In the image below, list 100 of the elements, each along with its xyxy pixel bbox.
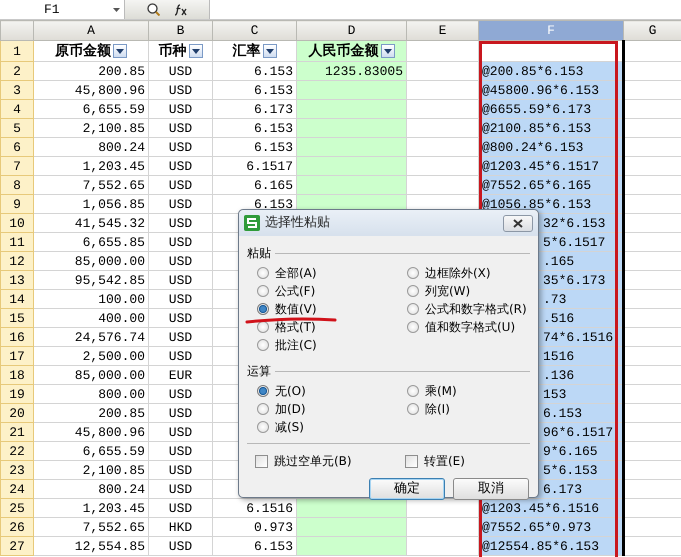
checkbox[interactable] <box>405 454 418 468</box>
radio-button[interactable] <box>257 267 269 279</box>
row-number[interactable]: 17 <box>0 346 34 366</box>
option-label[interactable]: 乘(M) <box>425 382 457 400</box>
row-number[interactable]: 15 <box>0 308 34 328</box>
option-label[interactable]: 无(O) <box>275 382 306 400</box>
filter-button[interactable] <box>113 44 127 58</box>
close-button[interactable] <box>503 214 533 232</box>
table-cell: 1,203.45 <box>34 498 148 518</box>
table-cell: 2,100.85 <box>34 118 148 138</box>
table-cell: HKD <box>148 518 212 536</box>
radio-button[interactable] <box>407 267 419 279</box>
row-number[interactable]: 1 <box>0 40 34 62</box>
column-header[interactable]: C <box>212 20 296 40</box>
radio-button[interactable] <box>257 339 269 351</box>
row-number[interactable]: 3 <box>0 80 34 100</box>
radio-button[interactable] <box>407 285 419 297</box>
table-cell: USD <box>148 232 212 252</box>
radio-button[interactable] <box>407 403 419 415</box>
column-header[interactable]: E <box>406 20 478 40</box>
caret-icon <box>116 48 124 54</box>
row-number[interactable]: 9 <box>0 194 34 214</box>
radio-button[interactable] <box>257 285 269 297</box>
dropdown-icon[interactable] <box>113 8 120 12</box>
row-number[interactable]: 26 <box>0 518 34 536</box>
option-label[interactable]: 批注(C) <box>275 336 317 354</box>
column-header[interactable]: D <box>296 20 406 40</box>
row-number[interactable]: 6 <box>0 138 34 156</box>
row-number[interactable]: 7 <box>0 156 34 176</box>
table-cell: 6.153 <box>212 536 296 556</box>
table-cell: 1235.83005 <box>296 62 406 80</box>
row-number[interactable]: 25 <box>0 498 34 518</box>
table-cell: 6.153 <box>212 138 296 156</box>
table-cell: USD <box>148 194 212 214</box>
table-cell: USD <box>148 80 212 100</box>
column-title: 汇率 <box>232 42 260 60</box>
option-label[interactable]: 数值(V) <box>275 300 317 318</box>
column-header[interactable]: A <box>34 20 148 40</box>
option-label[interactable]: 跳过空单元(B) <box>274 452 352 470</box>
column-header[interactable]: G <box>624 20 681 40</box>
table-cell: USD <box>148 156 212 176</box>
table-cell: 6.153 <box>212 118 296 138</box>
filter-button[interactable] <box>262 44 276 58</box>
option-label[interactable]: 格式(T) <box>275 318 316 336</box>
row-number[interactable]: 24 <box>0 480 34 498</box>
row-number[interactable]: 16 <box>0 328 34 346</box>
table-cell: USD <box>148 404 212 422</box>
row-number[interactable]: 19 <box>0 384 34 404</box>
row-number[interactable]: 5 <box>0 118 34 138</box>
option-label[interactable]: 公式(F) <box>275 282 316 300</box>
row-number[interactable]: 2 <box>0 62 34 80</box>
radio-button[interactable] <box>257 303 269 315</box>
row-number[interactable]: 27 <box>0 536 34 556</box>
column-title: 币种 <box>158 42 186 60</box>
table-cell: 6.153 <box>212 62 296 80</box>
option-label[interactable]: 减(S) <box>275 418 304 436</box>
row-number[interactable]: 10 <box>0 214 34 232</box>
option-label[interactable]: 转置(E) <box>424 452 465 470</box>
row-number[interactable]: 22 <box>0 442 34 460</box>
filter-button[interactable] <box>380 44 394 58</box>
checkbox[interactable] <box>255 454 268 468</box>
table-cell: 1,056.85 <box>34 194 148 214</box>
table-cell: 45,800.96 <box>34 422 148 442</box>
table-cell: 41,545.32 <box>34 214 148 232</box>
option-label[interactable]: 除(I) <box>425 400 450 418</box>
radio-button[interactable] <box>257 403 269 415</box>
radio-button[interactable] <box>257 385 269 397</box>
table-cell: 7,552.65 <box>34 176 148 194</box>
filter-button[interactable] <box>188 44 202 58</box>
row-number[interactable]: 20 <box>0 404 34 422</box>
radio-button[interactable] <box>407 303 419 315</box>
table-cell: 100.00 <box>34 290 148 308</box>
caret-icon <box>266 48 274 54</box>
function-icon[interactable] <box>174 4 188 16</box>
row-number[interactable]: 18 <box>0 366 34 384</box>
table-cell: 6,655.59 <box>34 100 148 118</box>
row-number[interactable]: 12 <box>0 252 34 270</box>
row-number[interactable]: 4 <box>0 100 34 118</box>
row-number[interactable]: 14 <box>0 290 34 308</box>
table-cell: 6.165 <box>212 176 296 194</box>
row-number[interactable]: 8 <box>0 176 34 194</box>
row-number[interactable]: 11 <box>0 232 34 252</box>
radio-button[interactable] <box>257 421 269 433</box>
dialog-button[interactable]: 取消 <box>453 478 529 500</box>
table-cell: USD <box>148 442 212 460</box>
name-box-value[interactable]: F1 <box>44 0 60 20</box>
dialog-button[interactable]: 确定 <box>369 478 445 500</box>
option-label[interactable]: 加(D) <box>275 400 306 418</box>
radio-button[interactable] <box>407 321 419 333</box>
table-cell: 24,576.74 <box>34 328 148 346</box>
table-cell: EUR <box>148 366 212 384</box>
row-number[interactable]: 21 <box>0 422 34 442</box>
radio-button[interactable] <box>407 385 419 397</box>
row-number[interactable]: 13 <box>0 270 34 290</box>
column-header[interactable]: B <box>148 20 212 40</box>
option-label[interactable]: 列宽(W) <box>425 282 470 300</box>
row-number[interactable]: 23 <box>0 460 34 480</box>
zoom-icon[interactable] <box>146 3 160 16</box>
option-label[interactable]: 全部(A) <box>275 264 317 282</box>
column-title: 原币金额 <box>55 42 111 60</box>
